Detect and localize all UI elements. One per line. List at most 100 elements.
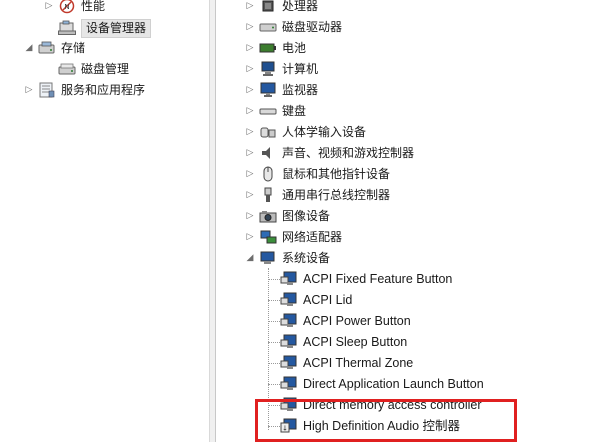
device-category-label: 系统设备 (282, 251, 331, 265)
system-device-label: ACPI Lid (303, 293, 353, 307)
svg-text:N: N (64, 3, 69, 11)
device-category-battery[interactable]: ▷ 电池 (245, 38, 306, 58)
tree-item-label: 磁盘管理 (81, 62, 130, 76)
collapse-arrow-icon[interactable]: ◢ (245, 253, 255, 263)
device-category-label: 计算机 (282, 62, 319, 76)
device-category-processor[interactable]: ▷ 处理器 (245, 0, 318, 16)
tree-item-label: 存储 (61, 41, 86, 55)
expand-arrow-icon[interactable]: ▷ (245, 169, 255, 179)
usb-icon (259, 187, 277, 203)
device-category-label: 处理器 (282, 0, 319, 13)
expand-arrow-icon[interactable]: ▷ (44, 1, 54, 11)
performance-icon: N (58, 0, 76, 14)
system-device-icon (280, 292, 298, 308)
system-device-label: ACPI Power Button (303, 314, 411, 328)
navigation-pane: ▷ N 性能 设备管理器 ◢ 存储 磁盘管理 ▷ 服务和应用程序 (0, 0, 210, 442)
tree-item-performance[interactable]: ▷ N 性能 (44, 0, 105, 16)
device-category-label: 鼠标和其他指针设备 (282, 167, 391, 181)
tree-connector (268, 279, 280, 280)
expand-arrow-icon[interactable]: ▷ (245, 211, 255, 221)
hid-icon (259, 124, 277, 140)
device-category-label: 网络适配器 (282, 230, 343, 244)
device-category-label: 人体学输入设备 (282, 125, 367, 139)
sound-icon (259, 145, 277, 161)
tree-connector (268, 321, 280, 322)
expand-arrow-icon[interactable]: ▷ (245, 85, 255, 95)
expand-arrow-icon[interactable]: ▷ (245, 190, 255, 200)
system-device-label: ACPI Fixed Feature Button (303, 272, 453, 286)
device-category-usb[interactable]: ▷ 通用串行总线控制器 (245, 185, 390, 205)
device-category-sound[interactable]: ▷ 声音、视频和游戏控制器 (245, 143, 414, 163)
storage-icon (38, 40, 56, 56)
expand-arrow-icon[interactable]: ▷ (245, 127, 255, 137)
disk-drive-icon (259, 19, 277, 35)
device-category-computer[interactable]: ▷ 计算机 (245, 59, 318, 79)
system-device-item[interactable]: ACPI Thermal Zone (280, 353, 413, 373)
keyboard-icon (259, 103, 277, 119)
device-category-monitor[interactable]: ▷ 监视器 (245, 80, 318, 100)
collapse-arrow-icon[interactable]: ◢ (24, 43, 34, 53)
device-category-system-devices[interactable]: ◢ 系统设备 (245, 248, 330, 268)
pane-splitter[interactable] (210, 0, 216, 442)
network-icon (259, 229, 277, 245)
computer-icon (259, 61, 277, 77)
device-category-label: 图像设备 (282, 209, 331, 223)
expand-arrow-icon[interactable]: ▷ (245, 232, 255, 242)
device-manager-icon (58, 20, 76, 36)
device-category-mouse[interactable]: ▷ 鼠标和其他指针设备 (245, 164, 390, 184)
device-category-label: 监视器 (282, 83, 319, 97)
system-device-icon (280, 313, 298, 329)
device-category-label: 通用串行总线控制器 (282, 188, 391, 202)
system-device-icon (280, 355, 298, 371)
tree-item-label: 服务和应用程序 (61, 83, 146, 97)
tree-item-storage[interactable]: ◢ 存储 (24, 38, 85, 58)
system-device-item[interactable]: ACPI Sleep Button (280, 332, 407, 352)
device-category-hid[interactable]: ▷ 人体学输入设备 (245, 122, 366, 142)
tree-item-label: 设备管理器 (81, 18, 152, 38)
expand-arrow-icon[interactable]: ▷ (245, 1, 255, 11)
device-category-label: 磁盘驱动器 (282, 20, 343, 34)
tree-connector (268, 363, 280, 364)
system-device-icon (280, 334, 298, 350)
device-category-imaging[interactable]: ▷ 图像设备 (245, 206, 330, 226)
system-device-icon (280, 376, 298, 392)
tree-item-device-manager[interactable]: 设备管理器 (44, 18, 152, 38)
system-device-item[interactable]: ACPI Power Button (280, 311, 411, 331)
expand-arrow-icon[interactable]: ▷ (245, 148, 255, 158)
tree-connector (268, 300, 280, 301)
tree-item-disk-management[interactable]: 磁盘管理 (44, 59, 129, 79)
monitor-icon (259, 82, 277, 98)
expand-arrow-icon[interactable]: ▷ (245, 106, 255, 116)
expand-arrow-icon[interactable]: ▷ (245, 43, 255, 53)
device-category-label: 电池 (282, 41, 307, 55)
services-icon (38, 82, 56, 98)
system-device-item[interactable]: ACPI Fixed Feature Button (280, 269, 452, 289)
system-device-icon (280, 271, 298, 287)
device-category-disk-drive[interactable]: ▷ 磁盘驱动器 (245, 17, 342, 37)
battery-icon (259, 40, 277, 56)
tree-item-label: 性能 (81, 0, 106, 13)
processor-icon (259, 0, 277, 14)
tree-item-services[interactable]: ▷ 服务和应用程序 (24, 80, 145, 100)
device-category-label: 键盘 (282, 104, 307, 118)
mouse-icon (259, 166, 277, 182)
highlight-annotation (255, 399, 517, 442)
device-category-network[interactable]: ▷ 网络适配器 (245, 227, 342, 247)
device-category-label: 声音、视频和游戏控制器 (282, 146, 415, 160)
system-device-label: ACPI Sleep Button (303, 335, 408, 349)
system-device-item[interactable]: Direct Application Launch Button (280, 374, 484, 394)
system-device-label: ACPI Thermal Zone (303, 356, 414, 370)
expand-arrow-icon[interactable]: ▷ (24, 85, 34, 95)
tree-connector (268, 342, 280, 343)
disk-management-icon (58, 61, 76, 77)
device-category-keyboard[interactable]: ▷ 键盘 (245, 101, 306, 121)
imaging-icon (259, 208, 277, 224)
tree-connector (268, 384, 280, 385)
expand-arrow-icon[interactable]: ▷ (245, 64, 255, 74)
system-devices-icon (259, 250, 277, 266)
system-device-label: Direct Application Launch Button (303, 377, 484, 391)
expand-arrow-icon[interactable]: ▷ (245, 22, 255, 32)
system-device-item[interactable]: ACPI Lid (280, 290, 352, 310)
